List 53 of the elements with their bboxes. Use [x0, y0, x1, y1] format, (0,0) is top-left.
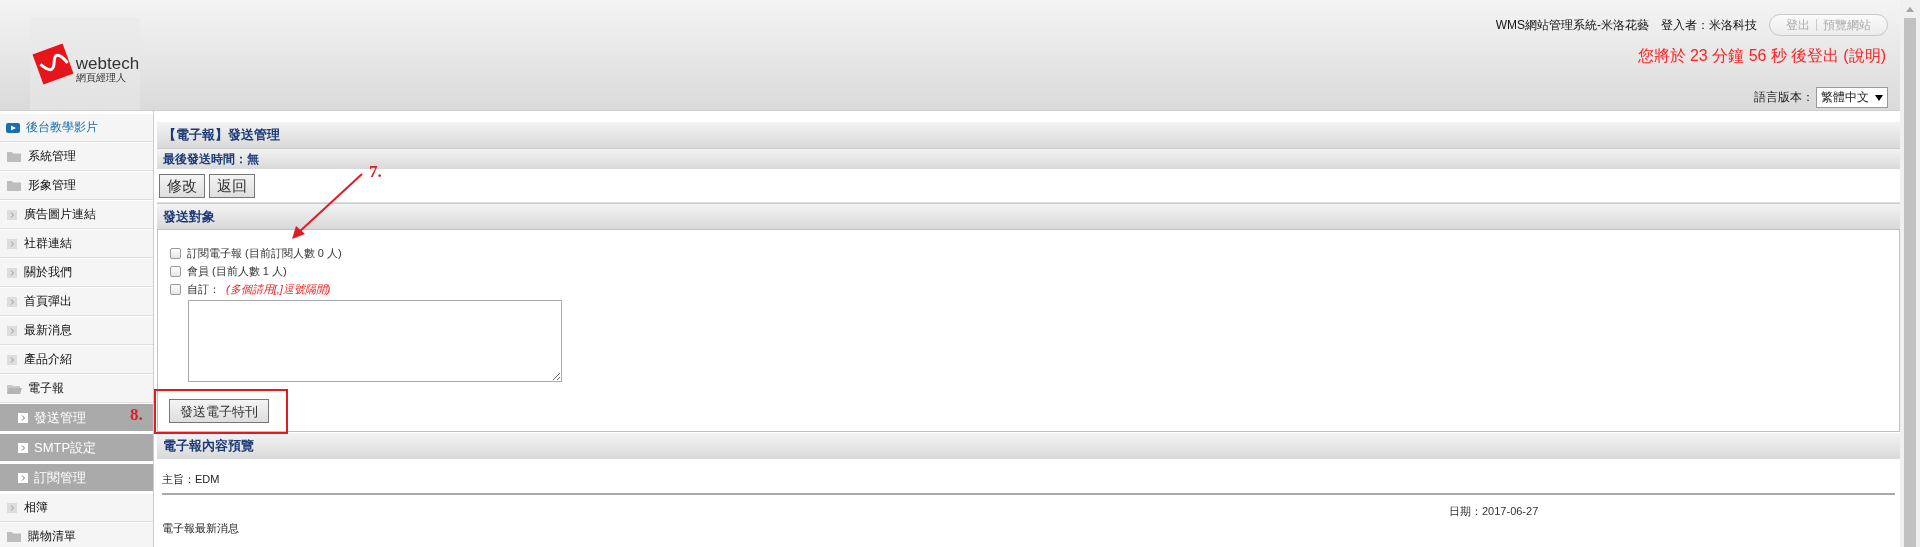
language-label: 語言版本： — [1754, 89, 1814, 106]
login-user: 登入者：米洛科技 — [1661, 16, 1757, 34]
input-field[interactable] — [188, 300, 562, 382]
sidebar-item[interactable]: 電子報 — [0, 374, 153, 403]
language-select[interactable]: 繁體中文 — [1816, 87, 1888, 108]
arrow-square-icon — [6, 324, 18, 337]
folder-icon — [6, 150, 22, 163]
logo-tagline: 網頁經理人 — [75, 71, 127, 83]
checkbox-label: 訂閱電子報 (目前訂閱人數 0 人) — [187, 245, 342, 261]
preview-date: 日期：2017-06-27 — [1449, 504, 1539, 519]
arrow-square-icon — [6, 353, 18, 366]
sidebar-item[interactable]: 系統管理 — [0, 142, 153, 171]
video-icon — [6, 122, 20, 133]
sidebar-item[interactable]: 社群連結 — [0, 229, 153, 258]
arrow-square-icon — [6, 295, 18, 308]
open-folder-icon — [6, 382, 22, 395]
hint-text: (多個請用[,]逗號隔開) — [226, 281, 331, 297]
checkbox[interactable] — [170, 247, 181, 259]
section-title-bar: 發送對象 — [157, 203, 1900, 229]
preview-title-bar: 電子報內容預覽 — [157, 432, 1900, 459]
arrow-square-icon — [6, 208, 18, 221]
annotation-label: 8. — [130, 405, 143, 425]
action-button[interactable]: 返回 — [209, 174, 255, 198]
checkbox-label: 自訂： — [187, 281, 220, 297]
send-button[interactable]: 發送電子特刊 — [169, 399, 269, 423]
dropdown-caret-icon — [1875, 94, 1883, 101]
arrow-square-icon — [18, 412, 28, 423]
preview-body: 電子報最新消息 — [162, 521, 240, 536]
checkbox[interactable] — [170, 265, 181, 277]
sidebar-item[interactable]: 購物清單 — [0, 522, 153, 547]
folder-icon — [6, 179, 22, 192]
checkbox-label: 會員 (目前人數 1 人) — [187, 263, 287, 279]
sidebar-item[interactable]: 後台教學影片 — [0, 113, 153, 142]
sidebar-item[interactable]: 關於我們 — [0, 258, 153, 287]
sidebar-item[interactable]: 相簿 — [0, 493, 153, 522]
folder-icon — [6, 530, 22, 543]
page-title-bar: 【電子報】發送管理 — [157, 121, 1900, 148]
arrow-square-icon — [6, 237, 18, 250]
system-title: WMS網站管理系統-米洛花藝 — [1495, 16, 1649, 34]
sidebar-item[interactable]: 首頁彈出 — [0, 287, 153, 316]
checkbox[interactable] — [170, 283, 181, 295]
arrow-square-icon — [6, 501, 18, 514]
logo-text: webtech — [75, 55, 140, 72]
arrow-square-icon — [18, 472, 28, 483]
preview-subject: 主旨：EDM — [162, 472, 221, 487]
sidebar-item[interactable]: 最新消息 — [0, 316, 153, 345]
arrow-square-icon — [6, 266, 18, 279]
sidebar-item[interactable]: 廣告圖片連結 — [0, 200, 153, 229]
arrow-square-icon — [18, 442, 28, 453]
sidebar-item[interactable]: 產品介紹 — [0, 345, 153, 374]
action-button[interactable]: 修改 — [159, 174, 205, 198]
logout-countdown: 您將於 23 分鐘 56 秒 後登出 — [1637, 46, 1840, 66]
sidebar-item[interactable]: 形象管理 — [0, 171, 153, 200]
